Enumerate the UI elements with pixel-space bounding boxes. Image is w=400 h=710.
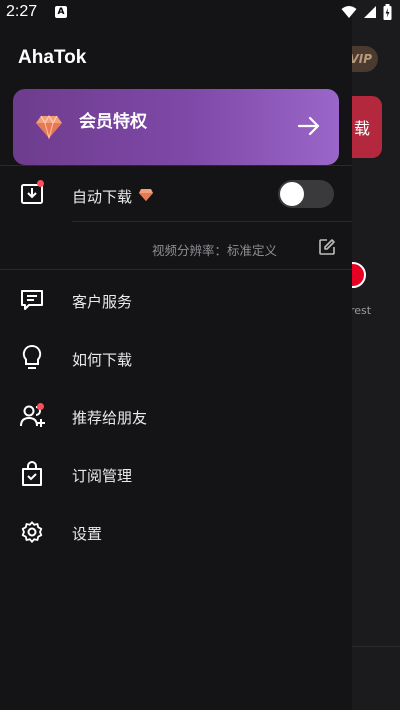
battery-icon [383, 4, 392, 20]
vip-card-title: 会员特权 [79, 112, 147, 132]
status-bar: 2:27 A [0, 0, 400, 26]
menu-item-recommend-friends[interactable]: 推荐给朋友 [0, 394, 352, 440]
edit-icon[interactable] [318, 238, 336, 256]
new-badge-dot [37, 403, 44, 410]
pinterest-label: rest [350, 304, 372, 317]
status-time: 2:27 [6, 3, 38, 20]
menu-item-how-to-download[interactable]: 如何下载 [0, 336, 352, 382]
menu-item-label: 推荐给朋友 [72, 409, 148, 427]
menu-item-label: 订阅管理 [72, 467, 133, 485]
menu-item-customer-service[interactable]: 客户服务 [0, 278, 352, 324]
divider [352, 646, 400, 647]
customer-service-icon [21, 290, 43, 310]
auto-download-label: 自动下载 [72, 188, 133, 206]
divider [0, 165, 352, 166]
menu-item-label: 如何下载 [72, 351, 133, 369]
navigation-drawer: AhaTok 会员特权 自动下载 视频分辨率：标准定义 客户服务 如何下载 推荐… [0, 0, 352, 710]
menu-item-settings[interactable]: 设置 [0, 510, 352, 556]
menu-item-label: 设置 [72, 525, 103, 543]
wifi-icon [341, 6, 357, 18]
signal-icon [364, 6, 376, 18]
app-title: AhaTok [18, 47, 87, 68]
notification-icon: A [55, 6, 67, 18]
lightbulb-icon [22, 344, 42, 369]
toggle-knob [280, 182, 304, 206]
divider [72, 221, 352, 222]
divider [0, 269, 352, 270]
video-resolution-label[interactable]: 视频分辨率：标准定义 [152, 240, 277, 259]
auto-download-toggle[interactable] [278, 180, 334, 208]
new-badge-dot [37, 180, 44, 187]
diamond-small-icon [139, 189, 153, 201]
diamond-icon [36, 115, 62, 139]
gear-icon [21, 521, 43, 543]
subscription-bag-icon [22, 461, 42, 486]
menu-item-subscription[interactable]: 订阅管理 [0, 452, 352, 498]
arrow-right-icon [297, 116, 320, 136]
menu-item-label: 客户服务 [72, 293, 133, 311]
vip-privileges-card[interactable]: 会员特权 [13, 89, 339, 165]
